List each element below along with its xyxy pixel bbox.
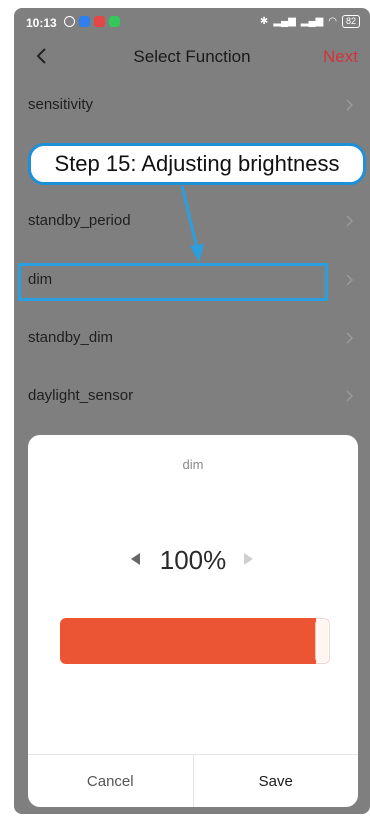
list-item-standby-dim[interactable]: standby_dim: [14, 309, 370, 367]
save-button[interactable]: Save: [194, 755, 359, 807]
dim-highlight-box: [18, 263, 328, 301]
slider-fill: [60, 618, 316, 664]
signal-icon: ▂▄▆: [273, 16, 296, 27]
value-stepper: 100%: [28, 543, 358, 577]
cancel-button[interactable]: Cancel: [28, 755, 194, 807]
chevron-right-icon: [346, 215, 354, 227]
list-item-sensitivity[interactable]: sensitivity: [14, 76, 370, 134]
bluetooth-icon: ✱: [259, 16, 269, 27]
app-notification-icon: [79, 16, 90, 27]
sheet-footer: Cancel Save: [28, 754, 358, 807]
notification-icons: [64, 16, 120, 27]
battery-icon: 82: [341, 15, 360, 28]
list-item-label: sensitivity: [28, 96, 94, 113]
list-item-label: standby_dim: [28, 329, 114, 346]
dim-bottom-sheet: dim 100% Cancel Save: [28, 435, 358, 807]
signal-icon: ▂▄▆: [300, 16, 324, 27]
header: Select Function Next: [14, 40, 370, 76]
increase-icon[interactable]: [242, 551, 256, 567]
chevron-right-icon: [346, 332, 354, 344]
status-right-icons: ✱ ▂▄▆ ▂▄▆ ◠ 82: [260, 15, 360, 28]
sheet-title: dim: [182, 457, 204, 472]
status-bar: 10:13 ✱ ▂▄▆ ▂▄▆ ◠ 82: [14, 8, 370, 38]
phone-screen: 10:13 ✱ ▂▄▆ ▂▄▆ ◠ 82 Select Function Nex…: [14, 8, 370, 814]
brightness-slider[interactable]: [60, 618, 330, 664]
list-item-daylight-sensor[interactable]: daylight_sensor: [14, 367, 370, 425]
list-item-label: standby_period: [28, 212, 131, 229]
wifi-icon: ◠: [328, 16, 337, 27]
chevron-right-icon: [346, 390, 354, 402]
list-item-label: daylight_sensor: [28, 387, 134, 404]
next-button[interactable]: Next: [323, 47, 358, 67]
list-item-standby-period[interactable]: standby_period: [14, 192, 370, 250]
status-time: 10:13: [26, 16, 57, 30]
value-display: 100%: [159, 545, 227, 575]
page-title: Select Function: [133, 47, 251, 66]
slider-handle[interactable]: [315, 620, 328, 662]
app-notification-icon: [94, 16, 105, 27]
chevron-right-icon: [346, 274, 354, 286]
chat-icon: [109, 16, 120, 27]
alarm-icon: [64, 16, 75, 27]
annotation-callout: Step 15: Adjusting brightness: [28, 143, 366, 185]
chevron-right-icon: [346, 99, 354, 111]
